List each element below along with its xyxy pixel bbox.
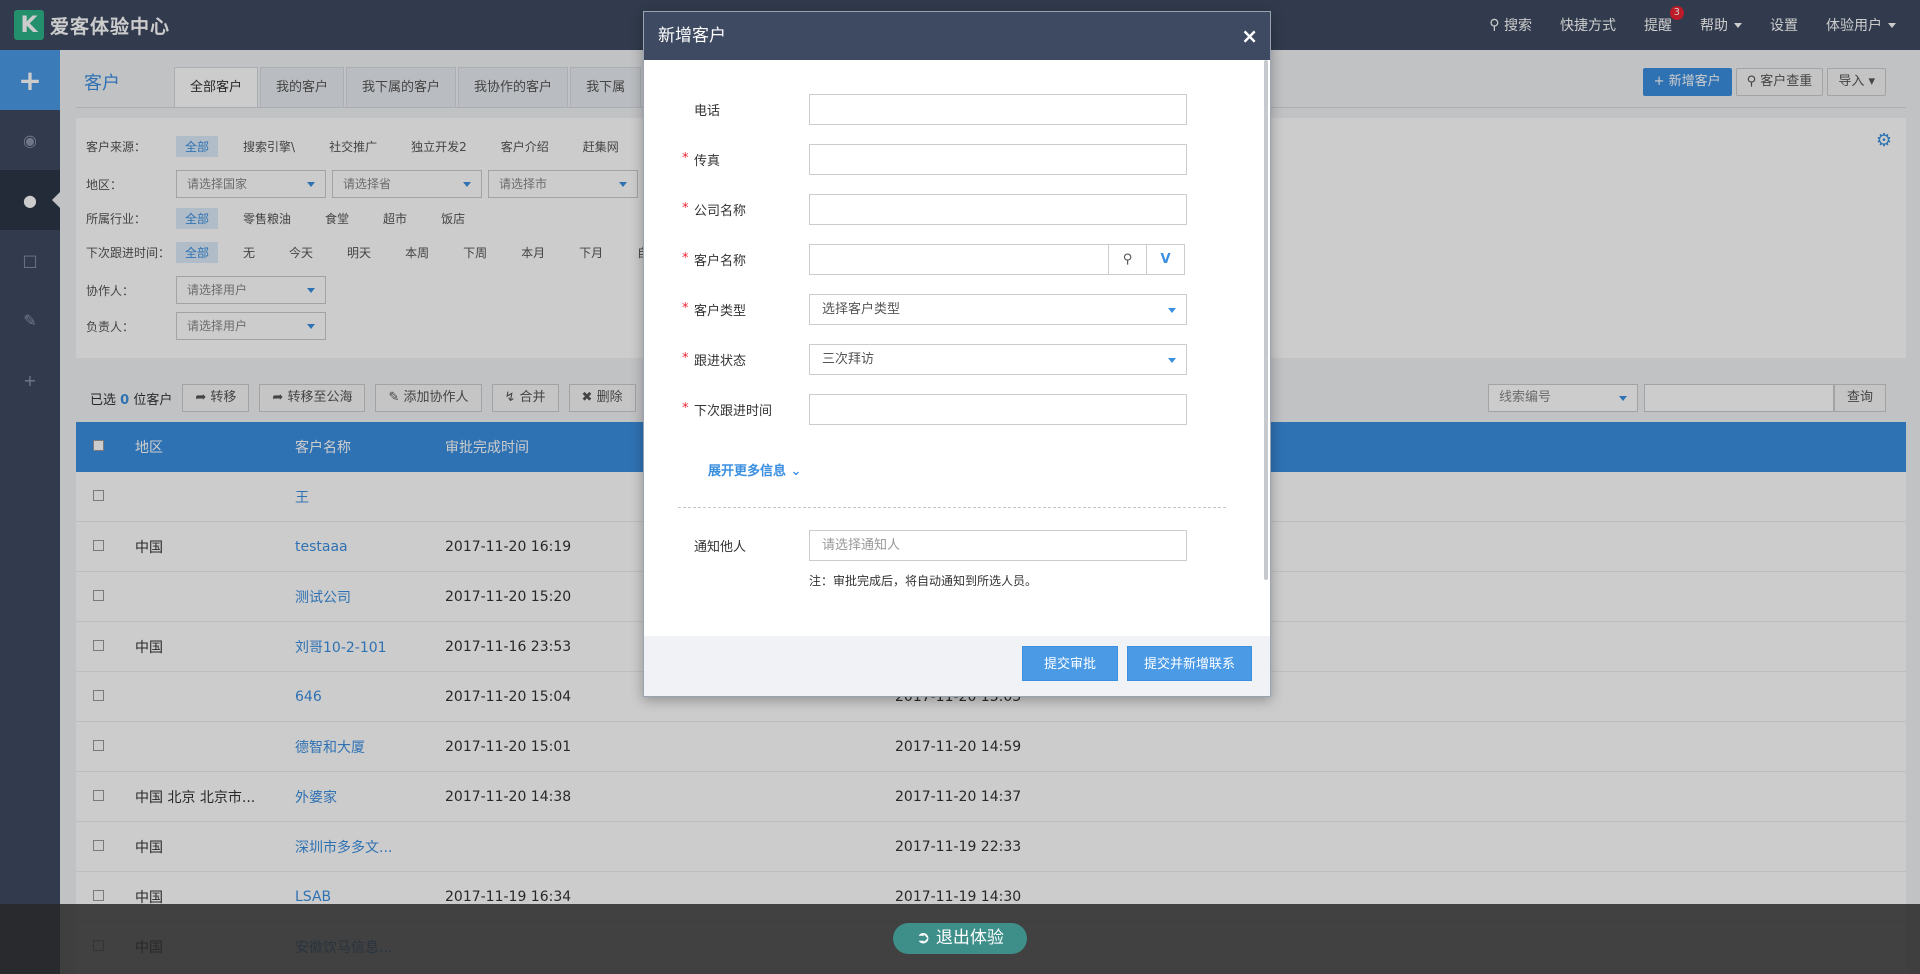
- company-label: 公司名称: [694, 204, 747, 219]
- notify-note: 注：审批完成后，将自动通知到所选人员。: [809, 574, 1038, 588]
- required-icon: *: [682, 151, 689, 166]
- form-row-status: * 跟进状态 三次拜访: [682, 344, 1187, 375]
- modal-header: 新增客户 ×: [644, 12, 1270, 60]
- fax-label-wrap: * 传真: [682, 150, 809, 169]
- bottom-bar: ➲ 退出体验: [0, 904, 1920, 974]
- form-row-fax: * 传真: [682, 144, 1187, 175]
- form-row-type: * 客户类型 选择客户类型: [682, 294, 1187, 325]
- company-label-wrap: * 公司名称: [682, 200, 809, 219]
- modal-scrollbar[interactable]: [1264, 60, 1268, 580]
- customer-type-select[interactable]: 选择客户类型: [809, 294, 1187, 325]
- search-icon[interactable]: ⚲: [1109, 244, 1147, 275]
- required-icon: *: [682, 351, 689, 366]
- submit-contact-button[interactable]: 提交并新增联系: [1127, 646, 1252, 681]
- form-row-phone: 电话: [694, 94, 1187, 125]
- next-label-wrap: * 下次跟进时间: [682, 400, 809, 419]
- customer-name-field[interactable]: [809, 244, 1109, 275]
- dropdown-icon: [1168, 308, 1176, 313]
- customer-label-wrap: * 客户名称: [682, 250, 809, 269]
- form-row-next: * 下次跟进时间: [682, 394, 1187, 425]
- exit-label: 退出体验: [935, 928, 1004, 948]
- required-icon: *: [682, 251, 689, 266]
- status-label-wrap: * 跟进状态: [682, 350, 809, 369]
- phone-label: 电话: [694, 104, 721, 119]
- required-icon: *: [682, 301, 689, 316]
- submit-button[interactable]: 提交审批: [1022, 646, 1118, 681]
- next-followup-field[interactable]: [809, 394, 1187, 425]
- form-row-company: * 公司名称: [682, 194, 1187, 225]
- required-icon: *: [682, 401, 689, 416]
- dropdown-icon: [1168, 358, 1176, 363]
- type-label-wrap: * 客户类型: [682, 300, 809, 319]
- followup-status-select[interactable]: 三次拜访: [809, 344, 1187, 375]
- customer-type-value: 选择客户类型: [822, 302, 901, 317]
- modal-footer: 提交审批 提交并新增联系: [644, 636, 1270, 696]
- expand-more-label: 展开更多信息: [708, 464, 787, 479]
- form-row-notify: 通知他人 请选择通知人: [694, 530, 1187, 561]
- next-label: 下次跟进时间: [694, 404, 773, 419]
- fax-field[interactable]: [809, 144, 1187, 175]
- customer-label: 客户名称: [694, 254, 747, 269]
- exit-button[interactable]: ➲ 退出体验: [893, 923, 1027, 954]
- required-icon: *: [682, 201, 689, 216]
- exit-icon: ➲: [916, 928, 931, 948]
- close-icon[interactable]: ×: [1241, 12, 1258, 60]
- fax-label: 传真: [694, 154, 721, 169]
- divider: [678, 507, 1226, 508]
- chevron-down-icon: ⌄: [790, 464, 802, 479]
- customer-input-group: ⚲ V: [809, 244, 1185, 275]
- new-customer-modal: 新增客户 × 电话 * 传真 * 公司名称 * 客户名称 ⚲ V * 客户类型 选择客户…: [643, 11, 1271, 697]
- phone-field[interactable]: [809, 94, 1187, 125]
- modal-body: 电话 * 传真 * 公司名称 * 客户名称 ⚲ V * 客户类型 选择客户类型 * 跟进状…: [644, 60, 1270, 588]
- type-label: 客户类型: [694, 304, 747, 319]
- notify-field[interactable]: 请选择通知人: [809, 530, 1187, 561]
- form-row-customer: * 客户名称 ⚲ V: [682, 244, 1185, 275]
- modal-title: 新增客户: [658, 26, 726, 46]
- expand-more-link[interactable]: 展开更多信息 ⌄: [708, 460, 801, 479]
- notify-label: 通知他人: [694, 540, 747, 555]
- followup-status-value: 三次拜访: [822, 352, 875, 367]
- company-field[interactable]: [809, 194, 1187, 225]
- verify-icon[interactable]: V: [1147, 244, 1185, 275]
- status-label: 跟进状态: [694, 354, 747, 369]
